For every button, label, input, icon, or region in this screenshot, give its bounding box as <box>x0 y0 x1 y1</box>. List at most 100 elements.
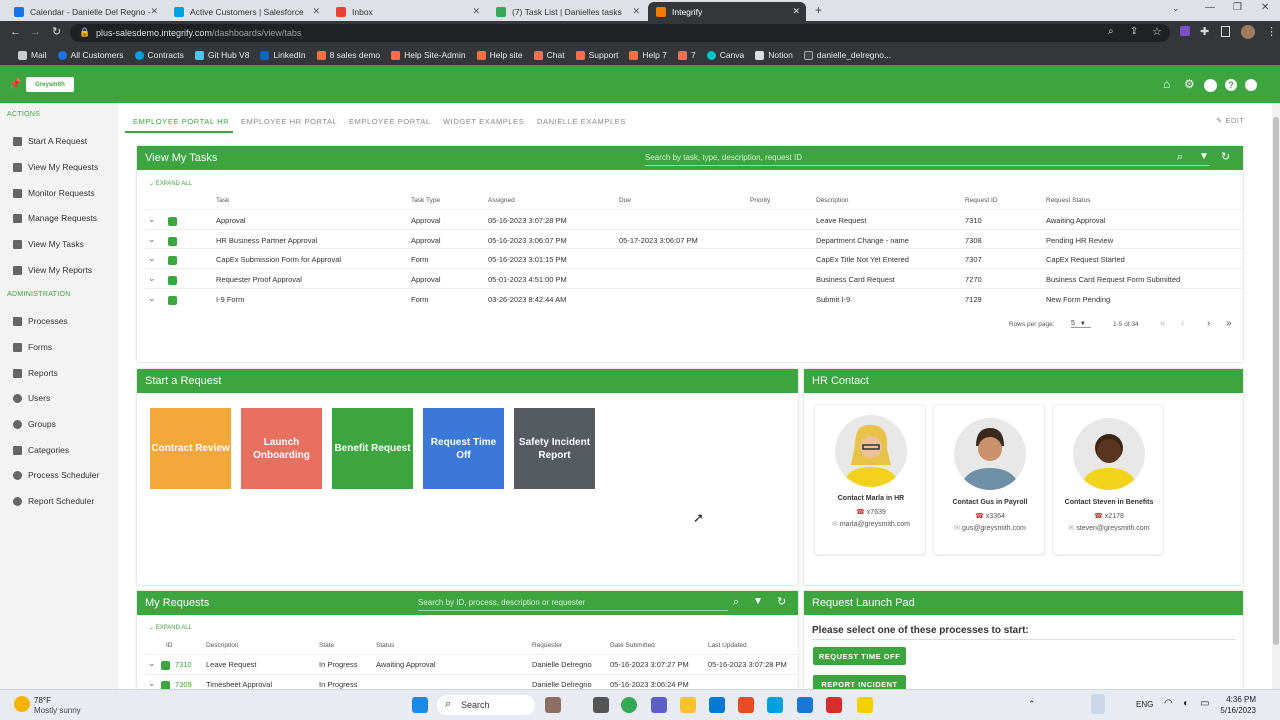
expand-row-icon[interactable]: ⌄ <box>148 214 156 225</box>
sidebar-item-process-scheduler[interactable]: Process Scheduler <box>13 470 99 480</box>
browser-menu-icon[interactable]: ⋮ <box>1266 25 1277 38</box>
close-window-button[interactable]: ✕ <box>1261 2 1269 13</box>
column-header[interactable]: Date Submitted <box>610 642 655 649</box>
wifi-icon[interactable]: ◠ <box>1164 698 1173 709</box>
bookmark[interactable]: Mail <box>18 50 47 60</box>
requests-search-input[interactable]: Search by ID, process, description or re… <box>418 598 728 611</box>
app-icon[interactable] <box>738 697 754 713</box>
tab-danielle-examples[interactable]: DANIELLE EXAMPLES <box>537 117 626 126</box>
filter-icon[interactable]: ▼ <box>1199 151 1209 162</box>
sidebar-item-start-a-request[interactable]: Start A Request <box>13 136 87 146</box>
sidebar-item-view-my-tasks[interactable]: View My Tasks <box>13 239 84 249</box>
expand-row-icon[interactable]: ⌄ <box>148 253 156 264</box>
task-view-icon[interactable] <box>593 697 609 713</box>
extension-icon[interactable] <box>1180 26 1190 36</box>
column-header[interactable]: ID <box>166 642 173 649</box>
bookmark[interactable]: danielle_delregno... <box>803 50 891 60</box>
table-cell[interactable]: 7309 <box>175 680 192 689</box>
maximize-button[interactable]: ❐ <box>1233 2 1242 13</box>
column-header[interactable]: Request Status <box>1046 197 1090 204</box>
table-cell[interactable]: I-9 Form <box>216 295 244 304</box>
column-header[interactable]: Task <box>216 197 229 204</box>
contact-card-marla[interactable]: Contact Marla in HR ☎ x7639 ✉ marla@grey… <box>814 404 926 555</box>
tasks-search-input[interactable]: Search by task, type, description, reque… <box>645 153 1210 166</box>
browser-tab[interactable]: Calendar - Danielle Del Regno - ✕ <box>6 2 164 21</box>
sidebar-item-users[interactable]: Users <box>13 393 50 403</box>
filter-icon[interactable]: ▼ <box>753 596 763 607</box>
refresh-icon[interactable]: ↻ <box>777 595 786 608</box>
column-header[interactable]: Requester <box>532 642 562 649</box>
column-header[interactable]: Description <box>206 642 239 649</box>
bookmark[interactable]: Help 7 <box>629 50 667 60</box>
expand-row-icon[interactable]: ⌄ <box>148 658 156 669</box>
open-task-icon[interactable] <box>168 217 177 226</box>
column-header[interactable]: Last Updated <box>708 642 747 649</box>
browser-tab[interactable]: Inbox ✕ <box>328 2 486 21</box>
expand-row-icon[interactable]: ⌄ <box>148 273 156 284</box>
table-cell[interactable]: CapEx Submission Form for Approval <box>216 255 341 264</box>
home-icon[interactable]: ⌂ <box>1163 77 1174 91</box>
tile-safety-incident-report[interactable]: Safety Incident Report <box>514 408 595 489</box>
profile-avatar[interactable] <box>1241 25 1255 39</box>
edit-button[interactable]: ✎ EDIT <box>1216 116 1244 125</box>
bookmark[interactable]: All Customers <box>57 50 124 60</box>
scrollbar-thumb[interactable] <box>1273 117 1279 645</box>
tab-search-icon[interactable]: ⌄ <box>1172 3 1180 14</box>
tab-employee-portal-hr[interactable]: EMPLOYEE PORTAL HR <box>133 117 229 126</box>
tile-launch-onboarding[interactable]: Launch Onboarding <box>241 408 322 489</box>
file-explorer-icon[interactable] <box>680 697 696 713</box>
table-cell[interactable]: Requester Proof Approval <box>216 275 302 284</box>
logout-icon[interactable] <box>1245 79 1257 91</box>
scrollbar[interactable] <box>1272 103 1280 689</box>
refresh-icon[interactable]: ↻ <box>1221 150 1230 163</box>
minimize-button[interactable]: — <box>1205 2 1215 13</box>
app-icon[interactable] <box>797 697 813 713</box>
first-page-icon[interactable]: « <box>1160 318 1166 329</box>
table-cell[interactable]: Approval <box>216 216 246 225</box>
tile-contract-review[interactable]: Contract Review <box>150 408 231 489</box>
company-logo[interactable]: Greysmith <box>26 77 74 92</box>
last-page-icon[interactable]: » <box>1226 318 1232 329</box>
share-icon[interactable]: ⇪ <box>1130 26 1138 37</box>
sidebar-panel-icon[interactable] <box>1221 26 1230 37</box>
sidebar-item-manage-requests[interactable]: Manage Requests <box>13 213 97 223</box>
open-task-icon[interactable] <box>168 276 177 285</box>
column-header[interactable]: Request ID <box>965 197 998 204</box>
contact-card-steven[interactable]: Contact Steven in Benefits ☎ x2178 ✉ ste… <box>1052 404 1164 555</box>
chrome-icon[interactable] <box>621 697 637 713</box>
column-header[interactable]: Status <box>376 642 394 649</box>
bookmark[interactable]: Notion <box>755 50 793 60</box>
user-avatar[interactable] <box>1204 79 1217 92</box>
bookmark[interactable]: Help site <box>476 50 523 60</box>
expand-row-icon[interactable]: ⌄ <box>148 678 156 689</box>
pin-icon[interactable]: 📌 <box>9 79 21 90</box>
language-indicator[interactable]: ENG <box>1136 700 1153 709</box>
help-icon[interactable]: ? <box>1225 79 1237 91</box>
open-task-icon[interactable] <box>168 256 177 265</box>
column-header[interactable]: Assigned <box>488 197 515 204</box>
gear-icon[interactable]: ⚙ <box>1184 77 1195 91</box>
bookmark[interactable]: LinkedIn <box>260 50 306 60</box>
bookmark[interactable]: Chat <box>533 50 565 60</box>
sidebar-item-report-scheduler[interactable]: Report Scheduler <box>13 496 94 506</box>
clock-time[interactable]: 4:36 PM <box>1222 695 1256 704</box>
column-header[interactable]: Due <box>619 197 631 204</box>
browser-tab-active[interactable]: Integrify ✕ <box>648 2 806 21</box>
sticky-notes-icon[interactable] <box>857 697 873 713</box>
mail-app-icon[interactable] <box>709 697 725 713</box>
bookmark[interactable]: Canva <box>706 50 744 60</box>
column-header[interactable]: Priority <box>750 197 770 204</box>
expand-row-icon[interactable]: ⌄ <box>148 234 156 245</box>
tile-request-time-off[interactable]: Request Time Off <box>423 408 504 489</box>
open-task-icon[interactable] <box>168 296 177 305</box>
expand-all-button[interactable]: ⌄ EXPAND ALL <box>149 180 192 187</box>
weather-temp[interactable]: 78°F <box>34 696 51 705</box>
teams-icon[interactable] <box>651 697 667 713</box>
tab-employee-portal[interactable]: EMPLOYEE PORTAL <box>349 117 431 126</box>
close-tab-icon[interactable]: ✕ <box>632 6 640 17</box>
zoom-icon[interactable]: ⌕ <box>1108 26 1114 37</box>
taskbar-search[interactable]: ⌕ Search <box>437 695 535 715</box>
expand-all-button[interactable]: ⌄ EXPAND ALL <box>149 624 192 631</box>
open-task-icon[interactable] <box>168 237 177 246</box>
column-header[interactable]: Description <box>816 197 849 204</box>
